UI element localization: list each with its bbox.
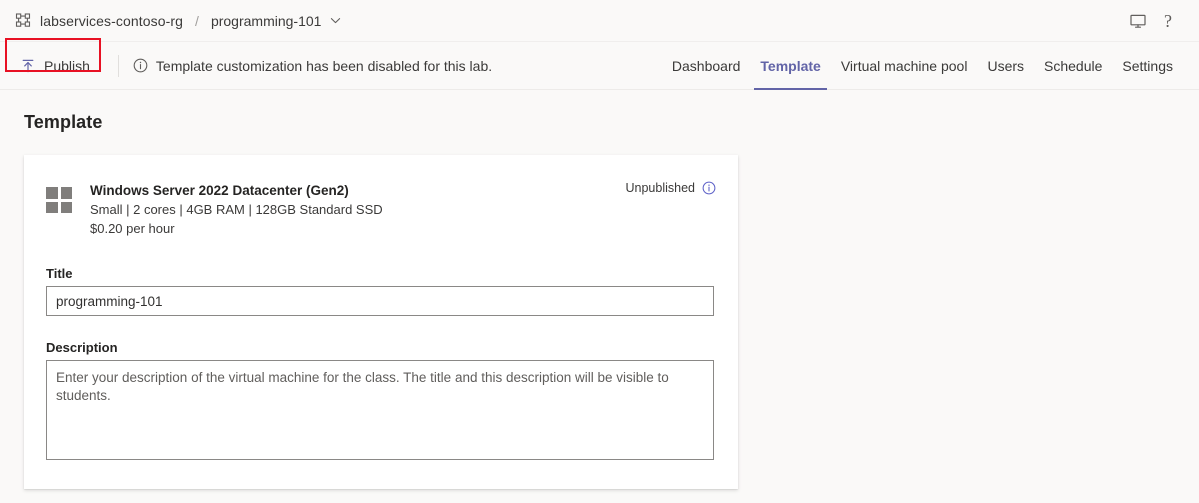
windows-logo-icon (46, 187, 72, 213)
tab-template[interactable]: Template (750, 42, 830, 90)
vm-summary: Windows Server 2022 Datacenter (Gen2) Sm… (46, 175, 716, 242)
status-badge-label: Unpublished (625, 181, 696, 195)
breadcrumb-root-link[interactable]: labservices-contoso-rg (40, 13, 183, 29)
vm-specs: Small | 2 cores | 4GB RAM | 128GB Standa… (90, 202, 383, 217)
title-field-label: Title (46, 266, 73, 281)
vm-price: $0.20 per hour (90, 221, 175, 236)
template-disabled-message-text: Template customization has been disabled… (155, 57, 493, 74)
command-bar: Publish Template customization has been … (0, 37, 1199, 90)
page-content: Template Windows Server 2022 Datacenter … (0, 90, 1199, 489)
help-glyph: ? (1164, 10, 1172, 31)
template-disabled-message: Template customization has been disabled… (133, 58, 492, 74)
publish-button-wrapper: Publish (5, 37, 101, 81)
description-field-label: Description (46, 340, 118, 355)
command-bar-divider (117, 54, 119, 77)
publish-upload-icon (20, 58, 36, 74)
resource-group-icon (14, 12, 32, 30)
title-field-group: Title (46, 266, 716, 316)
template-card: Windows Server 2022 Datacenter (Gen2) Sm… (24, 155, 738, 489)
publish-button-label: Publish (44, 57, 90, 74)
description-field-group: Description (46, 340, 716, 465)
tab-settings[interactable]: Settings (1112, 42, 1183, 90)
status-info-icon[interactable] (702, 181, 716, 195)
vm-info: Windows Server 2022 Datacenter (Gen2) Sm… (90, 181, 716, 238)
status-badge: Unpublished (626, 181, 717, 195)
tab-users[interactable]: Users (977, 42, 1034, 90)
info-circle-icon (133, 58, 148, 73)
vm-name: Windows Server 2022 Datacenter (Gen2) (90, 183, 349, 198)
breadcrumb-bar: labservices-contoso-rg / programming-101… (0, 0, 1199, 42)
tab-virtual-machine-pool[interactable]: Virtual machine pool (831, 42, 978, 90)
chevron-down-icon[interactable] (330, 15, 341, 26)
breadcrumb-current-item[interactable]: programming-101 (211, 13, 322, 29)
tab-dashboard[interactable]: Dashboard (662, 42, 751, 90)
monitor-icon[interactable] (1123, 6, 1153, 36)
tab-schedule[interactable]: Schedule (1034, 42, 1112, 90)
publish-button[interactable]: Publish (14, 51, 100, 81)
page-title: Template (24, 112, 103, 132)
description-textarea[interactable] (46, 360, 714, 460)
help-question-icon[interactable]: ? (1153, 6, 1183, 36)
page-tabs: Dashboard Template Virtual machine pool … (662, 42, 1183, 90)
breadcrumb-separator: / (195, 12, 199, 29)
title-input[interactable] (46, 286, 714, 316)
